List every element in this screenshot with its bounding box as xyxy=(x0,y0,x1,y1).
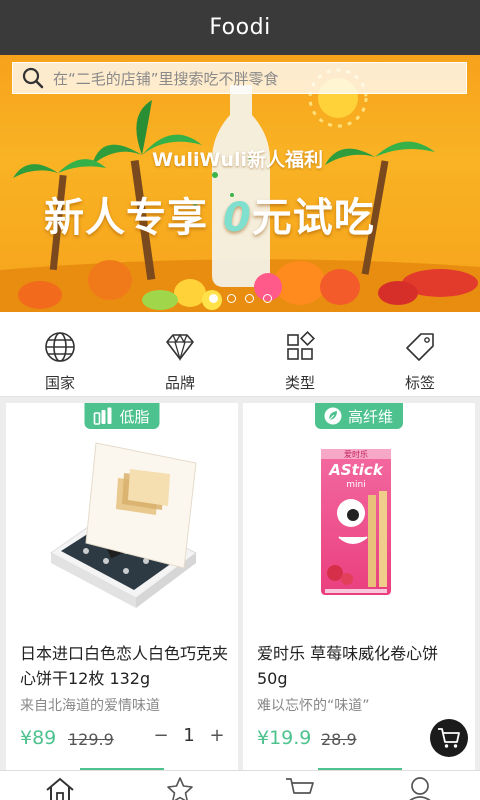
category-label: 标签 xyxy=(404,374,435,392)
nav-favorites[interactable] xyxy=(120,771,240,800)
promo-banner[interactable]: 在“二毛的店铺”里搜索吃不胖零食 WuliWuli新人福利 新人专享 0元试吃 xyxy=(0,55,480,312)
quantity-stepper: − 1 + xyxy=(148,725,230,746)
nav-home[interactable] xyxy=(0,771,120,800)
category-label: 国家 xyxy=(44,374,75,392)
quantity-value[interactable]: 1 xyxy=(174,725,204,746)
banner-subtitle: WuliWuli新人福利 xyxy=(152,149,324,171)
bar-chart-icon xyxy=(93,407,112,425)
category-type[interactable]: 类型 xyxy=(240,312,360,396)
banner-headline: 新人专享 0元试吃 xyxy=(44,185,375,243)
carousel-dot[interactable] xyxy=(262,294,272,303)
nav-cart[interactable] xyxy=(240,771,360,800)
leaf-icon xyxy=(324,407,342,425)
search-bar[interactable]: 在“二毛的店铺”里搜索吃不胖零食 xyxy=(12,62,467,94)
category-label: 品牌 xyxy=(164,374,195,392)
product-card[interactable]: 高纤维 爱时乐 AStick mini 爱时乐 草莓味威化卷心饼50g 难以忘怀… xyxy=(243,403,475,771)
cart-icon xyxy=(286,778,314,794)
title-bar: Foodi xyxy=(0,0,480,55)
decrease-button[interactable]: − xyxy=(148,725,174,746)
category-label: 类型 xyxy=(284,374,315,392)
app-screen: Foodi 在“二毛的店铺”里搜索吃不胖零食 WuliWuli新人福利 新人专享… xyxy=(0,0,480,800)
product-old-price: 28.9 xyxy=(321,730,357,749)
search-icon[interactable] xyxy=(13,62,53,94)
banner-headline-zero: 0 xyxy=(222,195,252,241)
carousel-dots xyxy=(0,294,480,303)
package-top-text: 爱时乐 xyxy=(344,449,368,459)
globe-icon xyxy=(45,332,75,362)
carousel-dot[interactable] xyxy=(244,294,254,303)
tag-icon xyxy=(406,333,434,361)
banner-headline-a: 新人专享 xyxy=(44,195,208,241)
product-old-price: 129.9 xyxy=(68,730,114,749)
increase-button[interactable]: + xyxy=(204,725,230,746)
category-nav: 国家 品牌 类型 标签 xyxy=(0,312,480,397)
user-icon xyxy=(409,777,431,800)
nav-profile[interactable] xyxy=(360,771,480,800)
category-brand[interactable]: 品牌 xyxy=(120,312,240,396)
product-tag-label: 高纤维 xyxy=(347,407,394,426)
package-brand-text: AStick xyxy=(328,461,384,479)
product-price: ¥19.9 xyxy=(257,727,312,749)
app-title: Foodi xyxy=(209,15,271,40)
product-card[interactable]: 低脂 日本进口白色恋人白色巧克夹心饼干12枚 132g 来自北海道的爱情味道 ¥… xyxy=(6,403,238,771)
category-country[interactable]: 国家 xyxy=(0,312,120,396)
product-name[interactable]: 日本进口白色恋人白色巧克夹心饼干12枚 132g xyxy=(20,641,230,691)
product-tag: 低脂 xyxy=(84,403,160,429)
package-sub-text: mini xyxy=(346,480,365,490)
product-image[interactable]: 爱时乐 AStick mini xyxy=(243,433,475,628)
product-description: 来自北海道的爱情味道 xyxy=(20,698,160,714)
search-placeholder[interactable]: 在“二毛的店铺”里搜索吃不胖零食 xyxy=(53,68,279,89)
product-price: ¥89 xyxy=(20,727,57,749)
cart-icon xyxy=(438,728,460,748)
product-description: 难以忘怀的“味道” xyxy=(257,698,370,714)
product-tag: 高纤维 xyxy=(314,403,404,429)
product-name[interactable]: 爱时乐 草莓味威化卷心饼50g xyxy=(257,641,467,691)
carousel-dot[interactable] xyxy=(208,294,218,303)
home-icon xyxy=(46,777,74,800)
banner-headline-b: 元试吃 xyxy=(251,195,375,241)
category-tag[interactable]: 标签 xyxy=(360,312,480,396)
diamond-icon xyxy=(166,333,194,362)
star-icon xyxy=(167,777,193,800)
product-tag-label: 低脂 xyxy=(119,407,150,426)
product-image[interactable] xyxy=(6,433,238,628)
floating-cart-button[interactable] xyxy=(430,719,468,757)
grid-icon xyxy=(287,331,315,360)
carousel-dot[interactable] xyxy=(226,294,236,303)
bottom-nav xyxy=(0,770,480,800)
